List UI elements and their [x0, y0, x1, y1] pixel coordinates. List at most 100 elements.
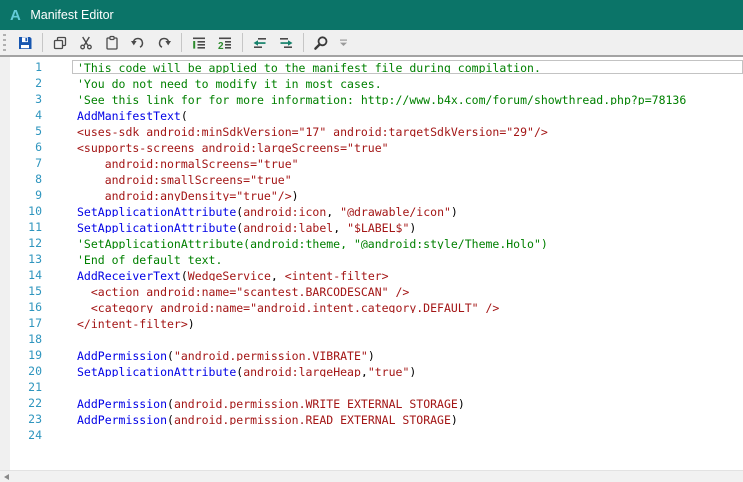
code-line[interactable]: 15 <action android:name="scantest.BARCOD…	[0, 283, 743, 299]
code-line[interactable]: 2 'You do not need to modify it in most c…	[0, 75, 743, 91]
line-number: 13	[28, 252, 42, 266]
indent-icon	[278, 35, 294, 51]
code-text: <uses-sdk android:minSdkVersion="17" and…	[77, 125, 548, 138]
line-number: 24	[28, 428, 42, 442]
line-number: 19	[28, 348, 42, 362]
code-text: AddPermission(android.permission.WRITE_E…	[77, 397, 465, 410]
code-line[interactable]: 7 android:normalScreens="true"	[0, 155, 743, 171]
code-line[interactable]: 24	[0, 427, 743, 443]
code-text: android:anyDensity="true"/>)	[77, 189, 299, 202]
svg-text:2: 2	[218, 40, 224, 50]
toolbar-separator	[242, 33, 243, 52]
paste-button[interactable]	[100, 31, 124, 54]
toolbar: 2	[0, 30, 743, 57]
code-line[interactable]: 10 SetApplicationAttribute(android:icon, …	[0, 203, 743, 219]
code-line[interactable]: 13 'End of default text.	[0, 251, 743, 267]
uncomment-button[interactable]: 2	[213, 31, 237, 54]
code-text: SetApplicationAttribute(android:label, "…	[77, 221, 417, 234]
comment-button[interactable]	[187, 31, 211, 54]
horizontal-scrollbar[interactable]	[0, 470, 743, 482]
window-titlebar: A Manifest Editor	[0, 0, 743, 30]
code-text: 'See this link for for more information:…	[77, 93, 687, 106]
line-number: 14	[28, 268, 42, 282]
code-line[interactable]: 21	[0, 379, 743, 395]
cut-button[interactable]	[74, 31, 98, 54]
code-line[interactable]: 6 <supports-screens android:largeScreens=…	[0, 139, 743, 155]
uncomment-icon: 2	[217, 35, 233, 51]
toolbar-separator	[42, 33, 43, 52]
code-line[interactable]: 19 AddPermission("android.permission.VIBR…	[0, 347, 743, 363]
window-title: Manifest Editor	[30, 8, 114, 22]
toolbar-grip[interactable]	[3, 33, 6, 52]
line-number: 6	[35, 140, 42, 154]
code-line[interactable]: 16 <category android:name="android.inten…	[0, 299, 743, 315]
indent-button[interactable]	[274, 31, 298, 54]
code-line[interactable]: 18	[0, 331, 743, 347]
comment-icon	[191, 35, 207, 51]
code-editor[interactable]: 1 'This code will be applied to the manif…	[0, 57, 743, 470]
line-number: 16	[28, 300, 42, 314]
toolbar-overflow-button[interactable]	[336, 31, 350, 54]
cut-icon	[78, 35, 94, 51]
scroll-left-button[interactable]	[1, 472, 11, 482]
code-line[interactable]: 3 'See this link for for more information…	[0, 91, 743, 107]
code-text: 'You do not need to modify it in most ca…	[77, 77, 382, 90]
line-number: 3	[35, 92, 42, 106]
code-line[interactable]: 17 </intent-filter>)	[0, 315, 743, 331]
code-text: android:normalScreens="true"	[77, 157, 299, 170]
line-number: 10	[28, 204, 42, 218]
code-line[interactable]: 5 <uses-sdk android:minSdkVersion="17" an…	[0, 123, 743, 139]
code-line[interactable]: 22 AddPermission(android.permission.WRITE…	[0, 395, 743, 411]
code-line[interactable]: 4 AddManifestText(	[0, 107, 743, 123]
line-number: 2	[35, 76, 42, 90]
redo-button[interactable]	[152, 31, 176, 54]
paste-icon	[104, 35, 120, 51]
code-line[interactable]: 1 'This code will be applied to the manif…	[0, 59, 743, 75]
code-lines[interactable]: 1 'This code will be applied to the manif…	[0, 57, 743, 443]
code-line[interactable]: 9 android:anyDensity="true"/>)	[0, 187, 743, 203]
toolbar-separator	[181, 33, 182, 52]
code-text: 'SetApplicationAttribute(android:theme, …	[77, 237, 548, 250]
copy-icon	[52, 35, 68, 51]
save-button[interactable]	[13, 31, 37, 54]
code-line[interactable]: 8 android:smallScreens="true"	[0, 171, 743, 187]
scroll-left-icon	[3, 474, 9, 480]
code-text: AddManifestText(	[77, 109, 188, 122]
redo-icon	[156, 35, 172, 51]
app-logo: A	[10, 6, 22, 24]
code-text: <supports-screens android:largeScreens="…	[77, 141, 389, 154]
code-text: AddReceiverText(WedgeService, <intent-fi…	[77, 269, 389, 282]
find-button[interactable]	[309, 31, 333, 54]
copy-button[interactable]	[48, 31, 72, 54]
search-icon	[313, 35, 329, 51]
code-text: SetApplicationAttribute(android:largeHea…	[77, 365, 417, 378]
line-number: 23	[28, 412, 42, 426]
line-number: 9	[35, 188, 42, 202]
code-text: AddPermission("android.permission.VIBRAT…	[77, 349, 375, 362]
line-number: 22	[28, 396, 42, 410]
line-number: 4	[35, 108, 42, 122]
line-number: 17	[28, 316, 42, 330]
code-text: </intent-filter>)	[77, 317, 195, 330]
line-number: 11	[28, 220, 42, 234]
line-number: 8	[35, 172, 42, 186]
code-text: <action android:name="scantest.BARCODESC…	[77, 285, 410, 298]
code-line[interactable]: 14 AddReceiverText(WedgeService, <intent-…	[0, 267, 743, 283]
chevron-down-icon	[339, 35, 348, 50]
line-number: 15	[28, 284, 42, 298]
undo-icon	[130, 35, 146, 51]
line-number: 5	[35, 124, 42, 138]
undo-button[interactable]	[126, 31, 150, 54]
code-line[interactable]: 11 SetApplicationAttribute(android:label,…	[0, 219, 743, 235]
line-number: 12	[28, 236, 42, 250]
code-text: AddPermission(android.permission.READ_EX…	[77, 413, 458, 426]
code-line[interactable]: 20 SetApplicationAttribute(android:largeH…	[0, 363, 743, 379]
code-line[interactable]: 23 AddPermission(android.permission.READ_…	[0, 411, 743, 427]
code-line[interactable]: 12 'SetApplicationAttribute(android:theme…	[0, 235, 743, 251]
code-text: 'End of default text.	[77, 253, 223, 266]
line-number: 18	[28, 332, 42, 346]
outdent-button[interactable]	[248, 31, 272, 54]
